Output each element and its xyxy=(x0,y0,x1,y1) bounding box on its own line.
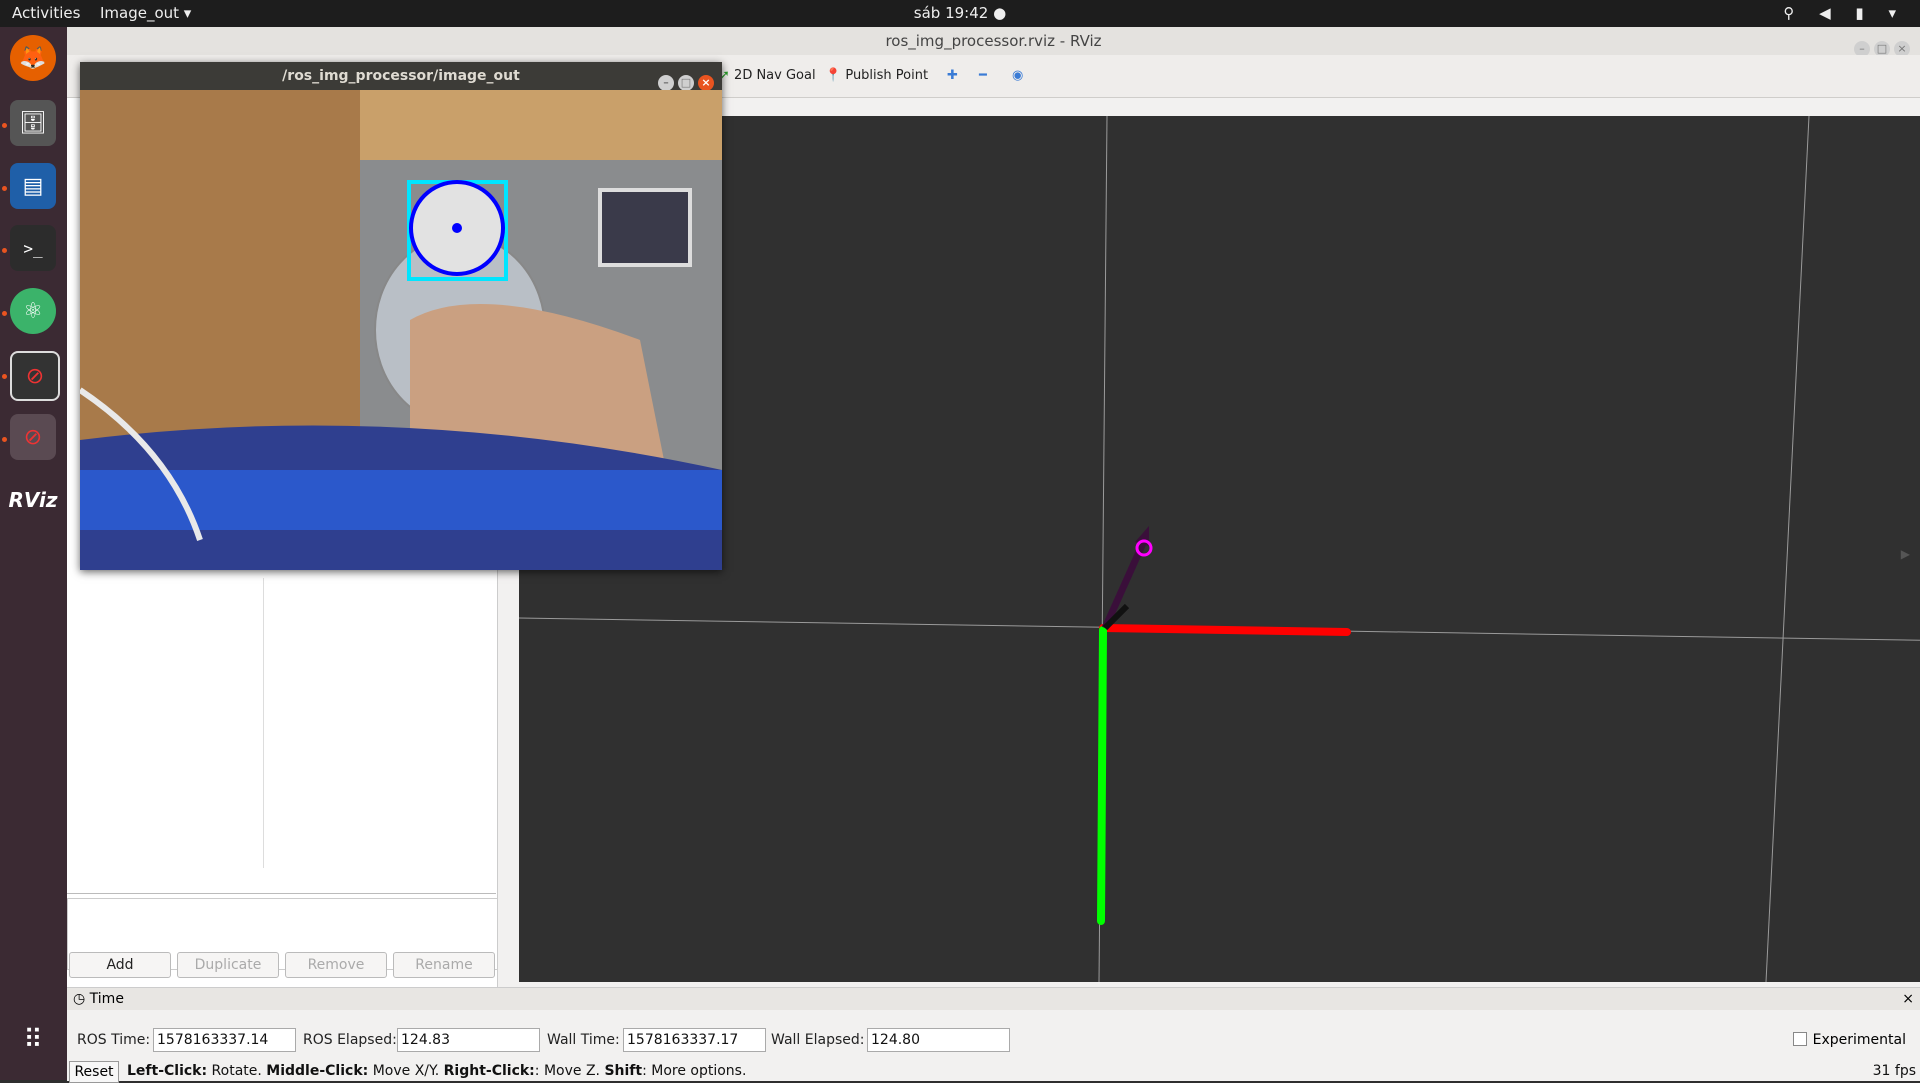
image-window[interactable]: /ros_img_processor/image_out – □ × xyxy=(80,62,722,570)
wall-time-field[interactable]: 1578163337.17 xyxy=(623,1028,766,1052)
pin-icon: 📍 xyxy=(825,68,842,83)
image-window-title: /ros_img_processor/image_out xyxy=(282,68,520,84)
clock-icon: ◷ xyxy=(73,991,86,1007)
app-icon-active[interactable]: ⊘ xyxy=(10,414,56,460)
collapse-arrow-icon[interactable]: ▶ xyxy=(1901,547,1910,561)
close-icon[interactable]: × xyxy=(1902,988,1914,1010)
app-icon[interactable]: ⊘ xyxy=(10,351,60,401)
top-bar: Activities Image_out ▾ sáb 19:42 ● ⚲ ◀ ▮… xyxy=(0,0,1920,27)
experimental-checkbox[interactable]: Experimental xyxy=(1792,1032,1906,1048)
publish-point-tool[interactable]: 📍 Publish Point xyxy=(825,68,928,83)
maximize-icon[interactable]: □ xyxy=(678,75,694,91)
add-button[interactable]: Add xyxy=(69,952,171,978)
time-panel-title: Time xyxy=(89,991,124,1007)
atom-icon[interactable]: ⚛ xyxy=(10,288,56,334)
ros-time-label: ROS Time: xyxy=(77,1032,151,1048)
status-hint: Left-Click: Rotate. Middle-Click: Move X… xyxy=(127,1063,747,1079)
wall-elapsed-label: Wall Elapsed: xyxy=(771,1032,865,1048)
time-panel: ◷ Time × ROS Time: 1578163337.14 ROS Ela… xyxy=(67,987,1920,1083)
remove-tool-icon[interactable]: ━ xyxy=(979,68,987,83)
remove-button[interactable]: Remove xyxy=(285,952,387,978)
add-tool-icon[interactable]: ✚ xyxy=(947,68,958,83)
rename-button[interactable]: Rename xyxy=(393,952,495,978)
duplicate-button[interactable]: Duplicate xyxy=(177,952,279,978)
files-icon[interactable]: 🗄 xyxy=(10,100,56,146)
minimize-icon[interactable]: – xyxy=(658,75,674,91)
checkbox-icon xyxy=(1792,1032,1807,1046)
detection-center xyxy=(452,223,462,233)
apps-grid-icon[interactable]: ⠿ xyxy=(10,1017,56,1063)
ros-elapsed-field[interactable]: 124.83 xyxy=(397,1028,540,1052)
viewport-scene xyxy=(518,115,1920,983)
clock[interactable]: sáb 19:42 ● xyxy=(0,4,1920,22)
ros-time-field[interactable]: 1578163337.14 xyxy=(153,1028,296,1052)
ros-elapsed-label: ROS Elapsed: xyxy=(303,1032,397,1048)
fps-counter: 31 fps xyxy=(1872,1063,1916,1079)
dock: 🦊 🗄 ▤ >_ ⚛ ⊘ ⊘ RViz ⠿ xyxy=(0,27,67,1080)
firefox-icon[interactable]: 🦊 xyxy=(10,35,56,81)
rviz-icon[interactable]: RViz xyxy=(8,477,57,523)
x-axis xyxy=(1099,624,1351,636)
time-panel-header: ◷ Time × xyxy=(67,988,1920,1010)
window-titlebar[interactable]: ros_img_processor.rviz - RViz – □ × xyxy=(67,27,1920,57)
wall-time-label: Wall Time: xyxy=(547,1032,620,1048)
writer-icon[interactable]: ▤ xyxy=(10,163,56,209)
image-window-titlebar[interactable]: /ros_img_processor/image_out – □ × xyxy=(80,62,722,91)
grid-line xyxy=(1765,115,1810,983)
close-icon[interactable]: × xyxy=(698,75,714,91)
view-eye-icon[interactable]: ◉ xyxy=(1012,68,1023,83)
wall-elapsed-field[interactable]: 124.80 xyxy=(867,1028,1010,1052)
nav-goal-tool[interactable]: ➚ 2D Nav Goal xyxy=(719,68,816,83)
camera-image xyxy=(80,90,722,570)
y-axis xyxy=(1097,626,1107,925)
column-divider xyxy=(263,578,264,868)
terminal-icon[interactable]: >_ xyxy=(10,225,56,271)
window-title: ros_img_processor.rviz - RViz xyxy=(885,32,1102,50)
divider xyxy=(67,893,496,894)
system-tray[interactable]: ⚲ ◀ ▮ ▾ xyxy=(1783,4,1906,22)
3d-viewport[interactable] xyxy=(518,115,1920,983)
